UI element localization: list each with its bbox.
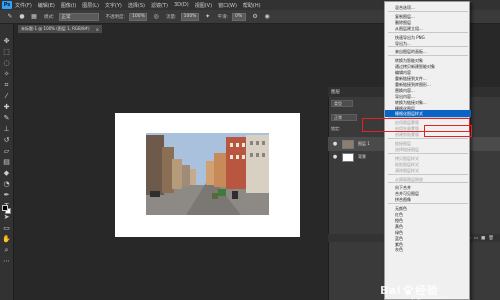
new-group-icon[interactable]: ▭ (474, 236, 478, 241)
opacity-field[interactable]: 100% (129, 12, 148, 21)
hand-tool-icon[interactable]: ✋ (2, 234, 12, 244)
menu-view[interactable]: 视图(V) (195, 2, 212, 9)
airbrush-icon[interactable]: ✦ (204, 13, 212, 21)
pen-tool-icon[interactable]: ✒ (2, 190, 12, 200)
document-tab[interactable]: 未标题-1 @ 100% (图层 1, RGB/8#) × (18, 25, 102, 33)
blend-mode-select[interactable]: 正常 (331, 114, 357, 121)
mode-select[interactable]: 正常 (58, 12, 99, 21)
layer-kind-filter[interactable]: 类型 (331, 100, 353, 107)
menu-image[interactable]: 图像(I) (61, 2, 76, 9)
menu-select[interactable]: 选择(S) (128, 2, 145, 9)
brush-panel-icon[interactable]: ▦ (30, 13, 38, 21)
shape-tool-icon[interactable]: ▭ (2, 223, 12, 233)
menu-separator (388, 31, 468, 33)
marquee-tool-icon[interactable]: ⬚ (2, 47, 12, 57)
photoshop-logo: Ps (2, 1, 12, 9)
highlight-box (424, 125, 472, 137)
menu-separator (388, 173, 468, 175)
menu-separator (388, 46, 468, 48)
layer-thumbnail (342, 152, 354, 162)
gradient-tool-icon[interactable]: ▤ (2, 157, 12, 167)
layer-context-menu: 混合选项... 复制图层... 删除图层 从图层建立组... 快速导出为 PNG 导出为.… (384, 1, 471, 300)
street-photo-image (146, 133, 269, 215)
menu-3d[interactable]: 3D(D) (174, 2, 189, 8)
lock-label: 锁定: (331, 125, 341, 131)
layer-name: 图层 1 (358, 141, 370, 146)
menu-separator (388, 203, 468, 205)
brush-tool-icon[interactable]: ✎ (6, 13, 14, 21)
crop-tool-icon[interactable]: ⌗ (2, 80, 12, 90)
menu-separator (388, 182, 468, 184)
flow-label: 流量: (166, 14, 177, 20)
move-tool-icon[interactable]: ✥ (2, 36, 12, 46)
menu-separator (388, 55, 468, 57)
healing-brush-tool-icon[interactable]: ✚ (2, 102, 12, 112)
watermark-url: jingyan.baidu.com (412, 295, 449, 300)
menu-type[interactable]: 文字(Y) (105, 2, 122, 9)
smooth-label: 平滑: (217, 14, 229, 20)
watermark-brand: Bai (380, 283, 402, 297)
dodge-tool-icon[interactable]: ◔ (2, 179, 12, 189)
eyedropper-tool-icon[interactable]: ⁄ (2, 91, 12, 101)
tools-panel: ✥ ⬚ ◌ ✧ ⌗ ⁄ ✚ ✎ ⊥ ↺ ▱ ▤ ◆ ◔ ✒ T ➤ ▭ ✋ ⌕ … (0, 24, 14, 300)
foreground-color-swatch[interactable] (2, 205, 8, 211)
menu-separator (388, 10, 468, 12)
document-tab-title: 未标题-1 @ 100% (图层 1, RGB/8#) (21, 26, 90, 31)
blur-tool-icon[interactable]: ◆ (2, 168, 12, 178)
trash-icon[interactable]: 🗑 (488, 236, 494, 241)
street-photo-layer (146, 133, 269, 215)
new-layer-icon[interactable]: ■ (481, 236, 485, 241)
menu-separator (388, 152, 468, 154)
layer-thumbnail (342, 139, 354, 149)
layers-panel-title[interactable]: 图层 (331, 89, 340, 95)
smooth-field[interactable]: 0% (232, 12, 247, 21)
history-brush-tool-icon[interactable]: ↺ (2, 135, 12, 145)
flow-field[interactable]: 100% (180, 12, 199, 21)
more-tools-icon[interactable]: ⋯ (2, 256, 12, 266)
menu-filter[interactable]: 滤镜(T) (151, 2, 168, 9)
layer-name: 背景 (358, 154, 366, 159)
brush-tool-icon[interactable]: ✎ (2, 113, 12, 123)
pressure-size-icon[interactable]: ◉ (263, 13, 271, 21)
menu-window[interactable]: 窗口(W) (218, 2, 237, 9)
visibility-eye-icon[interactable]: ● (331, 141, 339, 147)
eraser-tool-icon[interactable]: ▱ (2, 146, 12, 156)
stamp-tool-icon[interactable]: ⊥ (2, 124, 12, 134)
menu-separator (388, 138, 468, 139)
lasso-tool-icon[interactable]: ◌ (2, 58, 12, 68)
visibility-eye-icon[interactable]: ● (331, 154, 339, 160)
pressure-opacity-icon[interactable]: ◎ (152, 13, 160, 21)
menu-edit[interactable]: 编辑(E) (38, 2, 55, 9)
menu-layer[interactable]: 图层(L) (82, 2, 99, 9)
opacity-label: 不透明度: (105, 14, 126, 20)
mode-label: 模式: (44, 14, 55, 20)
menu-file[interactable]: 文件(F) (15, 2, 32, 9)
brush-preset-icon[interactable]: ● (18, 13, 26, 21)
menu-help[interactable]: 帮助(H) (243, 2, 261, 9)
context-menu-item[interactable]: 灰色 (385, 246, 471, 253)
quick-select-tool-icon[interactable]: ✧ (2, 69, 12, 79)
zoom-tool-icon[interactable]: ⌕ (2, 245, 12, 255)
settings-gear-icon[interactable]: ⚙ (251, 13, 259, 21)
close-tab-icon[interactable]: × (96, 27, 99, 32)
